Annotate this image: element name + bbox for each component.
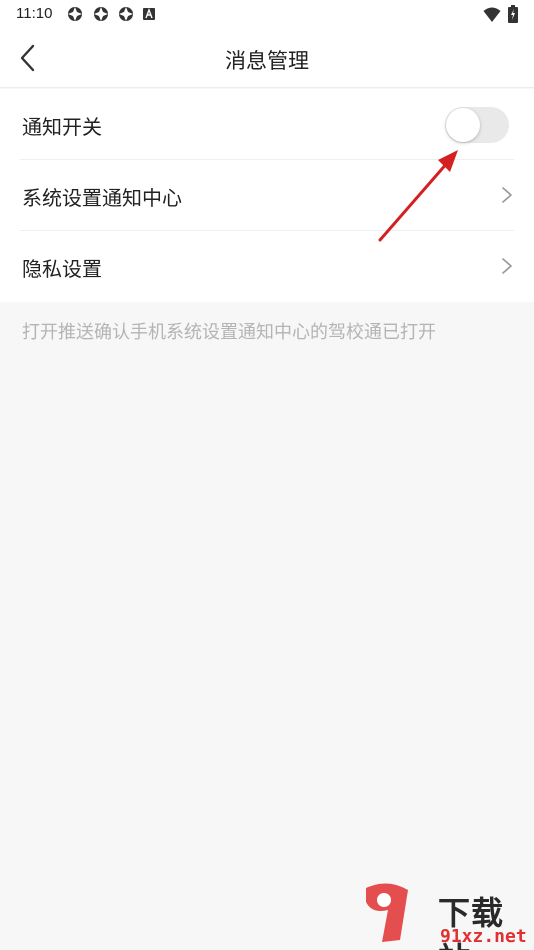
toggle-knob xyxy=(446,108,480,142)
app-icon xyxy=(119,7,133,21)
watermark-domain: 91xz.net xyxy=(440,926,527,947)
settings-item-label: 隐私设置 xyxy=(22,257,102,281)
chevron-right-icon xyxy=(502,187,512,203)
notification-toggle[interactable] xyxy=(445,107,509,143)
settings-item-label: 通知开关 xyxy=(22,115,102,139)
nav-bar: 消息管理 xyxy=(0,28,534,88)
annotation-arrow-icon xyxy=(378,150,458,242)
app-icon xyxy=(68,7,82,21)
a-icon xyxy=(143,8,155,20)
battery-icon xyxy=(508,5,518,23)
page-title: 消息管理 xyxy=(225,49,309,73)
app-icon xyxy=(94,7,108,21)
wifi-icon xyxy=(483,7,501,22)
settings-item-label: 系统设置通知中心 xyxy=(22,186,182,210)
hint-text: 打开推送确认手机系统设置通知中心的驾校通已打开 xyxy=(22,322,436,343)
status-bar: 11:10 xyxy=(0,0,534,28)
status-time: 11:10 xyxy=(16,5,53,22)
chevron-right-icon xyxy=(502,258,512,274)
